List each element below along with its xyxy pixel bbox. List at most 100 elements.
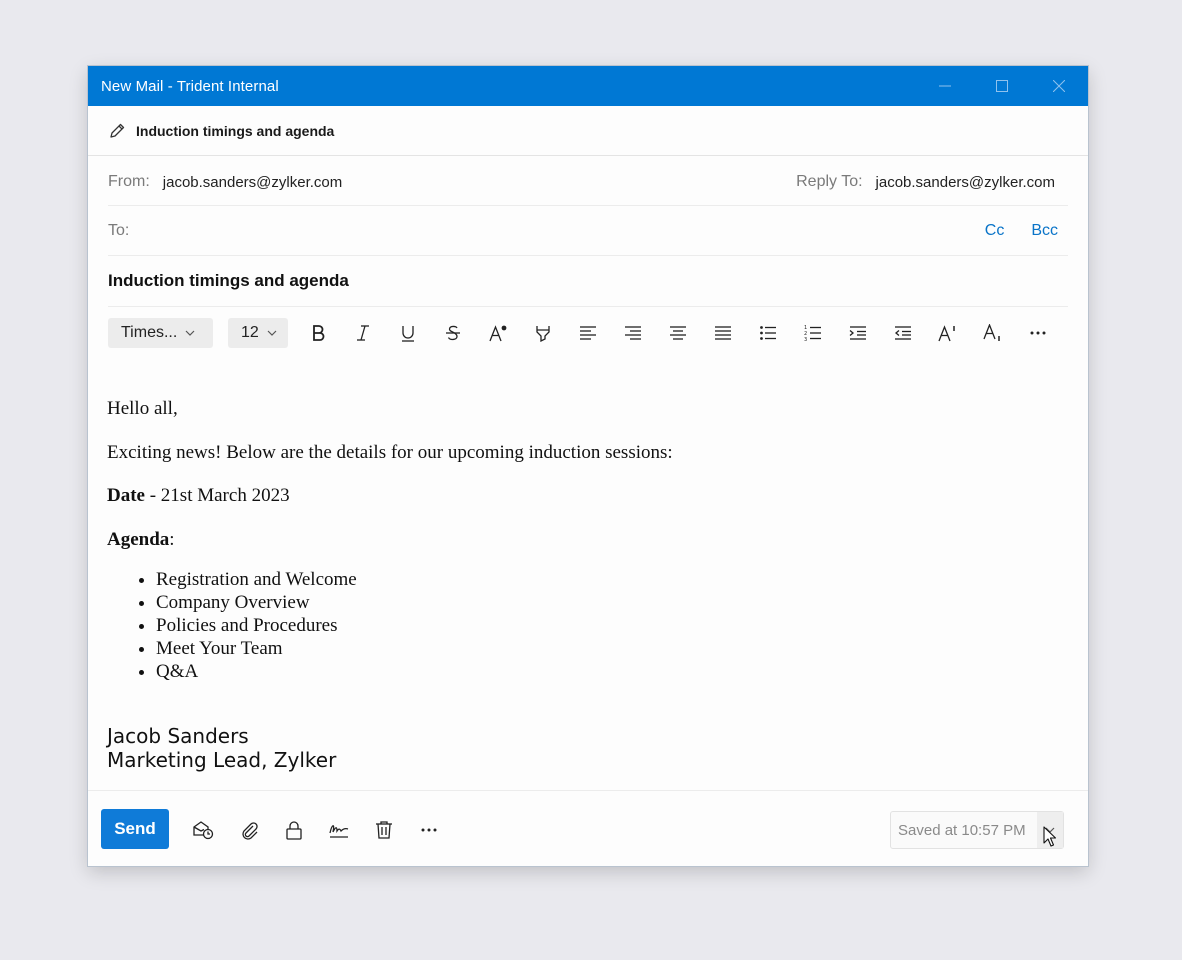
attach-button[interactable]	[234, 815, 264, 845]
font-color-button[interactable]	[475, 318, 520, 348]
strikethrough-button[interactable]	[430, 318, 475, 348]
subscript-button[interactable]	[970, 318, 1015, 348]
mouse-cursor-icon	[1043, 826, 1057, 847]
superscript-icon	[937, 325, 955, 342]
schedule-send-icon	[193, 821, 214, 840]
align-center-icon	[669, 326, 686, 340]
agenda-line: Agenda:	[107, 527, 1067, 553]
divider	[108, 306, 1068, 307]
list-item: Policies and Procedures	[156, 614, 1067, 637]
title-bar: New Mail - Trident Internal	[88, 66, 1088, 106]
schedule-send-button[interactable]	[188, 815, 218, 845]
divider	[108, 205, 1068, 206]
justify-button[interactable]	[700, 318, 745, 348]
font-size-dropdown[interactable]: 12	[228, 318, 288, 348]
superscript-button[interactable]	[925, 318, 970, 348]
cc-link[interactable]: Cc	[985, 222, 1005, 240]
outdent-button[interactable]	[880, 318, 925, 348]
numbered-list-button[interactable]: 123	[790, 318, 835, 348]
delete-icon	[376, 821, 392, 839]
divider	[88, 790, 1088, 791]
more-formatting-button[interactable]	[1015, 318, 1060, 348]
lock-icon	[286, 821, 302, 840]
date-label: Date	[107, 485, 145, 506]
strikethrough-icon	[445, 325, 460, 341]
font-family-value: Times...	[121, 324, 178, 341]
greeting-text: Hello all,	[107, 398, 178, 419]
reply-to-value[interactable]: jacob.sanders@zylker.com	[876, 174, 1055, 191]
align-right-icon	[624, 326, 641, 340]
subject-input[interactable]: Induction timings and agenda	[108, 271, 349, 291]
from-row: From: jacob.sanders@zylker.com Reply To:…	[108, 172, 1068, 192]
bold-icon	[312, 325, 324, 341]
align-left-button[interactable]	[565, 318, 610, 348]
more-options-button[interactable]	[414, 815, 444, 845]
signature-button[interactable]	[324, 815, 354, 845]
encrypt-button[interactable]	[279, 815, 309, 845]
agenda-list: Registration and Welcome Company Overvie…	[107, 568, 1067, 683]
outdent-icon	[894, 326, 911, 340]
intro-text: Exciting news! Below are the details for…	[107, 442, 673, 463]
chevron-down-icon	[185, 330, 195, 336]
underline-button[interactable]	[385, 318, 430, 348]
from-label: From:	[108, 173, 150, 190]
bullet-list-button[interactable]	[745, 318, 790, 348]
numbered-list-icon: 123	[804, 325, 821, 342]
list-item: Registration and Welcome	[156, 568, 1067, 591]
justify-icon	[714, 326, 731, 340]
bcc-link[interactable]: Bcc	[1031, 222, 1058, 240]
maximize-button[interactable]	[979, 66, 1025, 106]
list-item: Q&A	[156, 660, 1067, 683]
message-body[interactable]: Hello all, Exciting news! Below are the …	[107, 396, 1067, 772]
list-item: Meet Your Team	[156, 637, 1067, 660]
signature-icon	[329, 825, 349, 838]
list-item: Company Overview	[156, 591, 1067, 614]
more-icon	[421, 828, 437, 832]
date-value: - 21st March 2023	[144, 485, 290, 506]
italic-icon	[356, 325, 369, 341]
bold-button[interactable]	[295, 318, 340, 348]
format-toolbar: Times... 12 1 2 3	[108, 318, 1060, 348]
font-family-dropdown[interactable]: Times...	[108, 318, 213, 348]
attachment-icon	[242, 822, 258, 840]
agenda-colon: :	[169, 529, 175, 550]
signature-title: Marketing Lead, Zylker	[107, 748, 337, 772]
agenda-label: Agenda	[107, 529, 170, 550]
indent-button[interactable]	[835, 318, 880, 348]
subscript-icon	[982, 324, 1000, 341]
font-size-value: 12	[241, 324, 259, 341]
to-row: To: Cc Bcc	[108, 221, 1068, 241]
close-button[interactable]	[1036, 66, 1082, 106]
send-button[interactable]: Send	[101, 809, 169, 849]
close-icon	[1053, 80, 1065, 92]
align-center-button[interactable]	[655, 318, 700, 348]
saved-status-text: Saved at 10:57 PM	[898, 821, 1026, 839]
highlight-icon	[535, 326, 550, 342]
delete-button[interactable]	[369, 815, 399, 845]
font-color-icon	[488, 325, 506, 342]
highlight-button[interactable]	[520, 318, 565, 348]
svg-text:3: 3	[804, 337, 807, 342]
align-right-button[interactable]	[610, 318, 655, 348]
maximize-icon	[996, 80, 1008, 92]
pencil-icon	[110, 123, 125, 138]
to-label: To:	[108, 222, 130, 239]
from-value[interactable]: jacob.sanders@zylker.com	[163, 174, 342, 191]
divider	[108, 255, 1068, 256]
chevron-down-icon	[267, 330, 277, 336]
align-left-icon	[579, 326, 596, 340]
minimize-button[interactable]	[922, 66, 968, 106]
date-line: Date - 21st March 2023	[107, 483, 1067, 509]
reply-to-label: Reply To:	[796, 173, 863, 190]
more-icon	[1030, 331, 1045, 335]
minimize-icon	[939, 85, 951, 87]
subject-row: Induction timings and agenda	[108, 270, 1068, 292]
compose-window: New Mail - Trident Internal Induction ti…	[88, 66, 1088, 866]
italic-button[interactable]	[340, 318, 385, 348]
subject-header: Induction timings and agenda	[88, 106, 1088, 156]
subject-header-text: Induction timings and agenda	[136, 122, 335, 139]
signature-name: Jacob Sanders	[107, 724, 249, 748]
window-title: New Mail - Trident Internal	[101, 77, 279, 95]
bullet-list-icon	[759, 326, 776, 340]
save-status: Saved at 10:57 PM	[890, 811, 1064, 849]
